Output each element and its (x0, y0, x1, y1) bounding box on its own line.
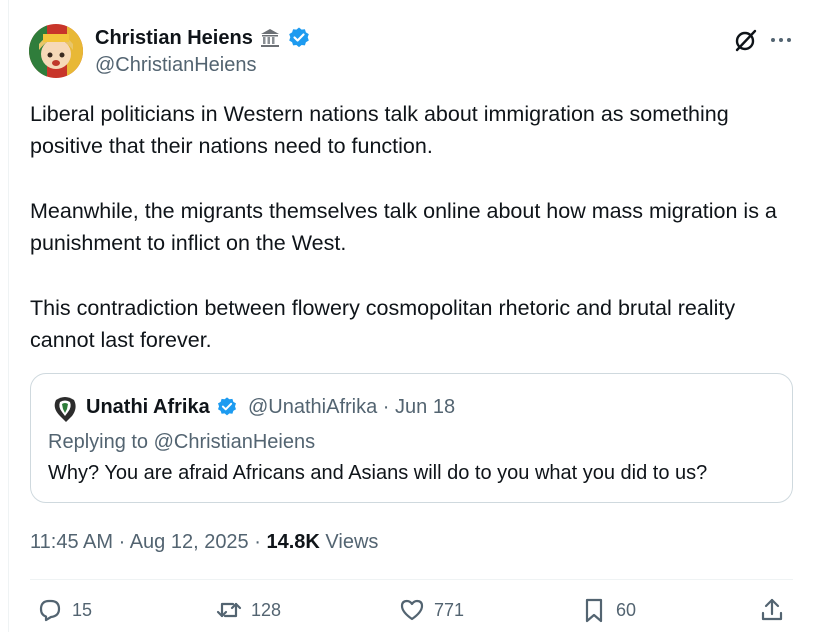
bookmark-button[interactable]: 60 (580, 594, 636, 626)
quoted-author-avatar[interactable] (50, 394, 80, 424)
quoted-tweet[interactable]: Unathi Afrika @UnathiAfrika · Jun 18 Rep… (30, 373, 793, 503)
author-display-name[interactable]: Christian Heiens (95, 24, 253, 52)
timeline-border (8, 0, 9, 632)
quoted-tweet-text: Why? You are afraid Africans and Asians … (48, 462, 708, 484)
like-button[interactable]: 771 (398, 594, 464, 626)
replying-to[interactable]: Replying to @ChristianHeiens (48, 429, 315, 455)
share-icon (761, 598, 783, 621)
reply-count: 15 (72, 599, 93, 620)
bookmark-icon (585, 598, 603, 623)
share-button[interactable] (758, 594, 794, 626)
divider (30, 579, 793, 580)
reply-icon (39, 599, 61, 622)
verified-badge-icon[interactable] (287, 26, 311, 50)
views-label: Views (319, 531, 379, 553)
repost-button[interactable]: 128 (215, 594, 281, 626)
tweet-paragraph: Meanwhile, the migrants themselves talk … (30, 199, 777, 255)
tweet-text: Liberal politicians in Western nations t… (30, 98, 790, 389)
author-avatar[interactable] (29, 24, 83, 78)
classical-building-icon (259, 28, 281, 48)
more-icon[interactable] (768, 29, 794, 51)
bookmark-count: 60 (616, 599, 637, 620)
reply-button[interactable]: 15 (36, 594, 92, 626)
views-count: 14.8K (266, 531, 320, 553)
repost-count: 128 (251, 599, 282, 620)
verified-badge-icon[interactable] (216, 396, 238, 418)
author-handle[interactable]: @ChristianHeiens (95, 52, 256, 78)
quoted-author-name-row[interactable]: Unathi Afrika (86, 394, 238, 420)
quoted-handle-date[interactable]: @UnathiAfrika · Jun 18 (248, 394, 455, 420)
author-name-row[interactable]: Christian Heiens (95, 24, 311, 52)
like-count: 771 (434, 599, 465, 620)
timestamp[interactable]: 11:45 AM · Aug 12, 2025 · (30, 531, 266, 553)
tweet-paragraph: Liberal politicians in Western nations t… (30, 102, 729, 158)
tweet-meta: 11:45 AM · Aug 12, 2025 · 14.8K Views (30, 528, 378, 556)
tweet-paragraph: This contradiction between flowery cosmo… (30, 296, 736, 352)
heart-icon (400, 599, 424, 621)
grok-icon[interactable] (733, 27, 759, 53)
quoted-author-display-name[interactable]: Unathi Afrika (86, 394, 210, 420)
repost-icon (216, 602, 242, 618)
